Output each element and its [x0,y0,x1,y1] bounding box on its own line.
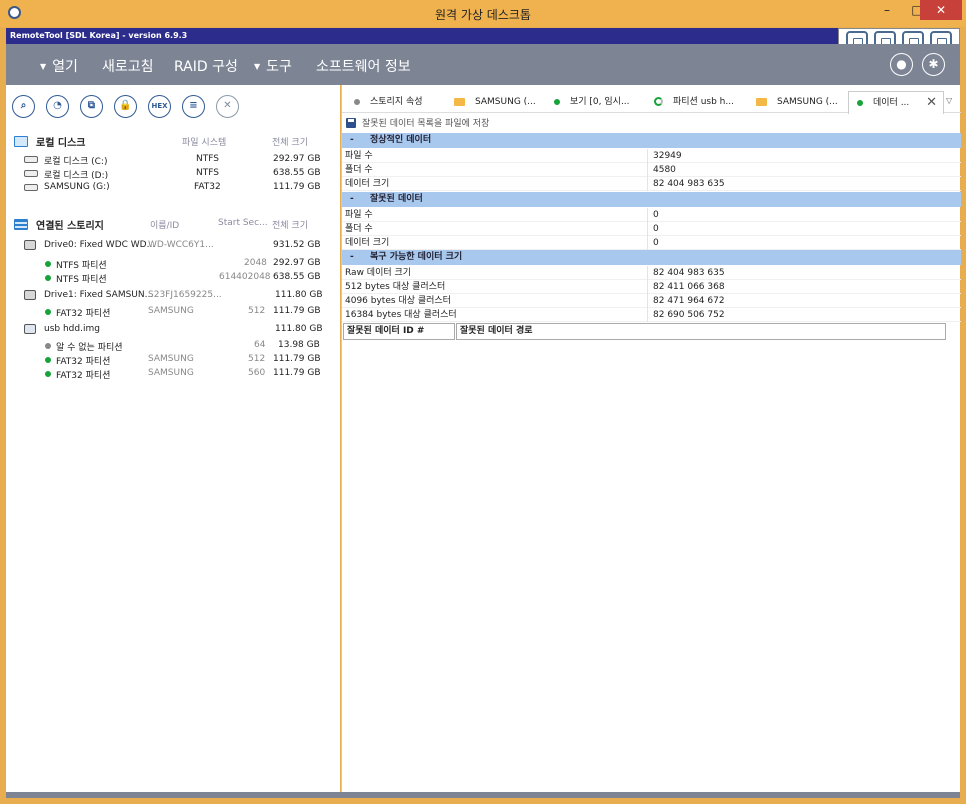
save-bad-data-button[interactable]: 잘못된 데이터 목록을 파일에 저장 [346,116,489,129]
list-item-local-disk-d[interactable]: 로컬 디스크 (D:) NTFS 638.55 GB [6,168,340,181]
group-bad-data[interactable]: - 잘못된 데이터 [342,192,961,207]
image-file-icon [24,324,36,334]
bad-data-grid-header: 잘못된 데이터 ID # 잘못된 데이터 경로 [342,323,961,340]
folder-icon [756,97,767,106]
close-icon[interactable]: ✕ [216,95,239,118]
save-icon [346,117,356,128]
status-dot-icon [45,357,51,363]
table-row: Raw 데이터 크기 82 404 983 635 [342,266,961,280]
table-row: 데이터 크기 0 [342,236,961,250]
menu-refresh[interactable]: 새로고침 [102,56,154,76]
close-tab-icon[interactable]: ✕ [926,92,937,114]
disk-icon [24,184,38,191]
col-header-filesystem[interactable]: 파일 시스템 [182,135,226,148]
status-dot-icon [45,309,51,315]
col-header-bad-data-path[interactable]: 잘못된 데이터 경로 [456,323,946,340]
status-dot-icon [354,98,360,105]
local-disks-header: 로컬 디스크 [14,134,85,149]
hex-editor-button[interactable]: HEX [148,95,171,118]
menu-about[interactable]: 소프트웨어 정보 [316,56,411,76]
table-row: 파일 수 32949 [342,149,961,163]
col-header-total-size[interactable]: 전체 크기 [272,218,308,231]
tab-data-active[interactable]: 데이터 ... ✕ [848,91,944,114]
status-dot-icon [45,371,51,377]
gear-icon[interactable]: ✱ [922,53,945,76]
status-dot-icon [857,99,863,106]
status-dot-icon [45,275,51,281]
right-panel: 스토리지 속성 SAMSUNG (... 보기 [0, 임시... 파티션 us… [341,85,961,792]
remote-tool-label: RemoteTool [SDL Korea] - version 6.9.3 [10,31,188,40]
tab-view-temp[interactable]: 보기 [0, 임시... [554,91,650,113]
col-header-size[interactable]: 전체 크기 [272,135,308,148]
progress-ring-icon [654,97,663,106]
group-normal-data[interactable]: - 정상적인 데이터 [342,133,961,148]
window-title: 원격 가상 데스크톱 [435,8,531,22]
user-icon[interactable]: ● [890,53,913,76]
monitor-icon [14,136,28,147]
scan-icon[interactable]: ◔ [46,95,69,118]
tab-samsung-1[interactable]: SAMSUNG (... [454,91,550,113]
storage-header: 연결된 스토리지 [14,217,104,232]
disk-icon [24,156,38,163]
window-titlebar: 원격 가상 데스크톱 – □ ✕ [0,0,966,27]
col-header-start-sector[interactable]: Start Sec... [218,218,268,228]
table-row: 폴더 수0 [342,222,961,236]
list-item-drive1[interactable]: Drive1: Fixed SAMSUN... S23FJ1659225... … [6,290,340,303]
search-icon[interactable]: ⌕ [12,95,35,118]
table-row: 16384 bytes 대상 클러스터 82 690 506 752 [342,308,961,322]
tab-storage-properties[interactable]: 스토리지 속성 [354,91,452,113]
disk-icon [24,170,38,177]
table-row: 데이터 크기 82 404 983 635 [342,177,961,191]
tab-list-icon[interactable]: ▽ [946,96,952,105]
dropdown-arrow-icon: ▼ [40,62,47,71]
menu-raid[interactable]: RAID 구성 [174,56,238,76]
group-recoverable-size[interactable]: - 복구 가능한 데이터 크기 [342,250,961,265]
list-item-partition[interactable]: NTFS 파티션 2048 292.97 GB [6,258,340,271]
list-item-partition[interactable]: FAT32 파티션 SAMSUNG 512 111.79 GB [6,354,340,367]
list-item-partition[interactable]: FAT32 파티션 SAMSUNG 560 111.79 GB [6,368,340,381]
menu-tools[interactable]: ▼ 도구 [254,56,292,76]
table-row: 4096 bytes 대상 클러스터 82 471 964 672 [342,294,961,308]
table-row: 512 bytes 대상 클러스터 82 411 066 368 [342,280,961,294]
list-item-drive0[interactable]: Drive0: Fixed WDC WD... WD-WCC6Y1... 931… [6,240,340,253]
table-row: 파일 수0 [342,208,961,222]
list-item-partition[interactable]: FAT32 파티션 SAMSUNG 512 111.79 GB [6,306,340,319]
list-item-local-disk-c[interactable]: 로컬 디스크 (C:) NTFS 292.97 GB [6,154,340,167]
status-bar [6,792,960,798]
tab-bar: 스토리지 속성 SAMSUNG (... 보기 [0, 임시... 파티션 us… [342,91,961,114]
storage-stack-icon [14,219,28,230]
dropdown-arrow-icon: ▼ [254,62,261,71]
list-item-partition[interactable]: 알 수 없는 파티션 64 13.98 GB [6,340,340,353]
minimize-button[interactable]: – [872,0,902,20]
hard-drive-icon [24,240,36,250]
tab-samsung-2[interactable]: SAMSUNG (... [756,91,846,113]
left-toolbar: ⌕ ◔ ⧉ 🔒 HEX ≡ ✕ [12,95,239,118]
status-dot-icon [554,98,560,105]
close-window-button[interactable]: ✕ [920,0,962,20]
menu-bar: ▼ 열기 새로고침 RAID 구성 ▼ 도구 소프트웨어 정보 ● ✱ [6,44,960,85]
list-item-usb-image[interactable]: usb hdd.img 111.80 GB [6,324,340,337]
menu-open[interactable]: ▼ 열기 [40,56,78,76]
list-item-partition[interactable]: NTFS 파티션 614402048 638.55 GB [6,272,340,285]
create-image-icon[interactable]: ⧉ [80,95,103,118]
folder-icon [454,97,465,106]
left-panel: ⌕ ◔ ⧉ 🔒 HEX ≡ ✕ 로컬 디스크 파일 시스템 전체 크기 로컬 디… [6,85,340,792]
col-header-bad-data-id[interactable]: 잘못된 데이터 ID # [343,323,455,340]
list-icon[interactable]: ≡ [182,95,205,118]
col-header-name-id[interactable]: 이름/ID [150,218,179,231]
table-row: 폴더 수 4580 [342,163,961,177]
status-dot-icon [45,343,51,349]
status-dot-icon [45,261,51,267]
hard-drive-icon [24,290,36,300]
tab-partition-usb[interactable]: 파티션 usb h... [654,91,752,113]
lock-icon[interactable]: 🔒 [114,95,137,118]
remote-tool-bar: RemoteTool [SDL Korea] - version 6.9.3 [6,28,960,54]
list-item-samsung-g[interactable]: SAMSUNG (G:) FAT32 111.79 GB [6,182,340,195]
